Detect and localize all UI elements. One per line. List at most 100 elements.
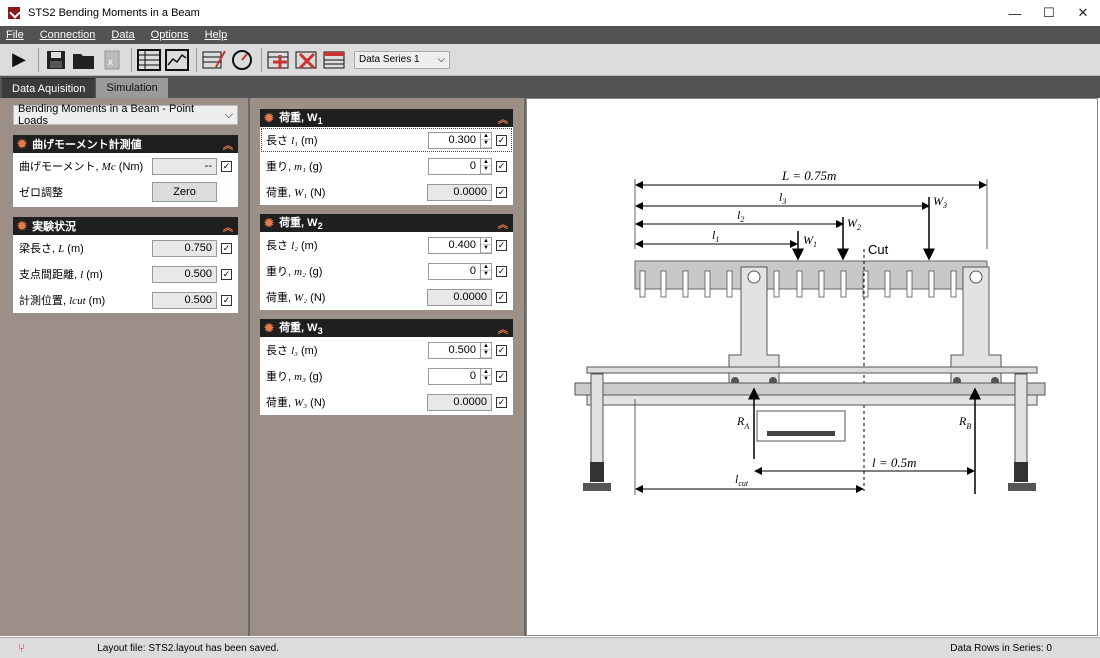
weight-label: 重り, m₁ (g) <box>266 161 323 173</box>
length-stepper[interactable]: ▲ ▼ <box>481 131 492 149</box>
length-input[interactable]: 0.400 <box>428 236 481 254</box>
weight-input[interactable]: 0 <box>428 157 481 175</box>
weight-checkbox[interactable]: ✓ <box>496 265 507 277</box>
length-stepper[interactable]: ▲ ▼ <box>481 341 492 359</box>
export-excel-icon[interactable]: x <box>99 47 125 73</box>
lcut-label: lcut <box>735 472 749 488</box>
minimize-button[interactable]: — <box>998 0 1032 26</box>
panel-title: 荷重, W1 <box>279 112 323 127</box>
weight-label: 重り, m₃ (g) <box>266 371 323 383</box>
experiment-select-value: Bending Moments in a Beam - Point Loads <box>18 103 195 127</box>
collapse-icon[interactable]: ︽ <box>223 219 233 234</box>
gauge-icon[interactable] <box>229 47 255 73</box>
beam-hangers <box>639 270 957 298</box>
weight-stepper[interactable]: ▲ ▼ <box>481 157 492 175</box>
toolbar: ▶ x Data Series 1 ⌵ <box>0 44 1100 76</box>
menu-options[interactable]: Options <box>151 29 189 41</box>
w1-label: W1 <box>803 233 817 249</box>
beam-length-label: 梁長さ, L (m) <box>19 243 84 255</box>
conditions-panel: ✹ 実験状況 ︽ 梁長さ, L (m) 0.750 ✓ 支点間距離, l (m) 0… <box>13 217 238 313</box>
panel-title: 荷重, W2 <box>279 217 323 232</box>
w2-label: W2 <box>847 216 861 232</box>
load-checkbox[interactable]: ✓ <box>496 396 507 408</box>
weight-stepper[interactable]: ▲ ▼ <box>481 367 492 385</box>
bending-moment-label: 曲げモーメント, Mc (Nm) <box>19 161 144 173</box>
load-label: 荷重, W₃ (N) <box>266 397 326 409</box>
graph-view-icon[interactable] <box>164 47 190 73</box>
panel-title: 荷重, W3 <box>279 322 323 337</box>
cut-label: Cut <box>868 242 889 257</box>
gear-icon: ✹ <box>264 216 275 230</box>
collapse-icon[interactable]: ︽ <box>498 216 508 231</box>
diagram-pane: L = 0.75m l3 l2 l1 W1 W2 W3 Cut RA RB l … <box>526 98 1098 636</box>
load-value: 0.0000 <box>427 288 492 306</box>
clear-table-icon[interactable] <box>322 47 348 73</box>
table-view-icon[interactable] <box>136 47 162 73</box>
length-checkbox[interactable]: ✓ <box>496 134 507 146</box>
load-checkbox[interactable]: ✓ <box>496 291 507 303</box>
data-series-value: Data Series 1 <box>359 54 420 65</box>
maximize-button[interactable]: ☐ <box>1032 0 1066 26</box>
save-icon[interactable] <box>43 47 69 73</box>
beam-length-annotation: L = 0.75m <box>781 168 836 183</box>
connection-icon: ⑂ <box>18 641 26 655</box>
collapse-icon[interactable]: ︽ <box>498 321 508 336</box>
title-bar: STS2 Bending Moments in a Beam — ☐ ✕ <box>0 0 1100 26</box>
gear-icon: ✹ <box>264 111 275 125</box>
load-label: 荷重, W₁ (N) <box>266 187 326 199</box>
close-button[interactable]: ✕ <box>1066 0 1100 26</box>
add-row-icon[interactable] <box>266 47 292 73</box>
length-input[interactable]: 0.300 <box>428 131 481 149</box>
weight-input[interactable]: 0 <box>428 367 481 385</box>
delete-row-icon[interactable] <box>294 47 320 73</box>
zero-label: ゼロ調整 <box>19 187 63 199</box>
menu-file[interactable]: File <box>6 29 24 41</box>
tab-data-aquisition[interactable]: Data Aquisition <box>2 78 96 98</box>
load-panel-w3: ✹ 荷重, W3 ︽ 長さ l₃ (m) 0.500 ▲ ▼ ✓ 重り, m₃ (g)… <box>260 319 513 415</box>
support-span-value: 0.500 <box>152 265 217 283</box>
weight-input[interactable]: 0 <box>428 262 481 280</box>
collapse-icon[interactable]: ︽ <box>498 111 508 126</box>
load-panel-w2: ✹ 荷重, W2 ︽ 長さ l₂ (m) 0.400 ▲ ▼ ✓ 重り, m₂ (g)… <box>260 214 513 310</box>
weight-checkbox[interactable]: ✓ <box>496 370 507 382</box>
menu-data[interactable]: Data <box>111 29 134 41</box>
weight-checkbox[interactable]: ✓ <box>496 160 507 172</box>
length-checkbox[interactable]: ✓ <box>496 239 507 251</box>
length-stepper[interactable]: ▲ ▼ <box>481 236 492 254</box>
load-checkbox[interactable]: ✓ <box>496 186 507 198</box>
menu-help[interactable]: Help <box>205 29 228 41</box>
support-span-checkbox[interactable]: ✓ <box>221 268 232 280</box>
rb-label: RB <box>958 414 971 431</box>
l3-label: l3 <box>779 190 786 206</box>
load-value: 0.0000 <box>427 393 492 411</box>
beam-length-checkbox[interactable]: ✓ <box>221 242 232 254</box>
span-annotation: l = 0.5m <box>872 455 917 470</box>
app-icon <box>8 7 20 19</box>
panel-title: 実験状況 <box>32 221 77 233</box>
measurement-panel: ✹ 曲げモーメント計測値 ︽ 曲げモーメント, Mc (Nm) -- ✓ ゼロ調整 … <box>13 135 238 207</box>
edit-table-icon[interactable] <box>201 47 227 73</box>
open-folder-icon[interactable] <box>71 47 97 73</box>
experiment-select[interactable]: Bending Moments in a Beam - Point Loads … <box>13 103 238 127</box>
length-label: 長さ l₁ (m) <box>266 135 318 147</box>
cut-position-label: 計測位置, lcut (m) <box>19 295 106 307</box>
length-label: 長さ l₃ (m) <box>266 345 318 357</box>
w3-label: W3 <box>933 194 947 210</box>
l2-label: l2 <box>737 208 744 224</box>
zero-button[interactable]: Zero <box>152 182 217 202</box>
panel-title: 曲げモーメント計測値 <box>32 139 142 151</box>
gear-icon: ✹ <box>17 219 28 233</box>
bending-moment-checkbox[interactable]: ✓ <box>221 160 232 172</box>
play-icon[interactable]: ▶ <box>6 47 32 73</box>
weight-stepper[interactable]: ▲ ▼ <box>481 262 492 280</box>
beam-diagram: L = 0.75m l3 l2 l1 W1 W2 W3 Cut RA RB l … <box>574 168 1046 495</box>
length-input[interactable]: 0.500 <box>428 341 481 359</box>
length-checkbox[interactable]: ✓ <box>496 344 507 356</box>
tab-simulation[interactable]: Simulation <box>96 78 168 98</box>
menu-connection[interactable]: Connection <box>40 29 96 41</box>
collapse-icon[interactable]: ︽ <box>223 137 233 152</box>
data-series-select[interactable]: Data Series 1 ⌵ <box>354 50 450 69</box>
beam-length-value: 0.750 <box>152 239 217 257</box>
load-panel-w1: ✹ 荷重, W1 ︽ 長さ l₁ (m) 0.300 ▲ ▼ ✓ 重り, m₁ (g)… <box>260 109 513 205</box>
cut-position-checkbox[interactable]: ✓ <box>221 294 232 306</box>
